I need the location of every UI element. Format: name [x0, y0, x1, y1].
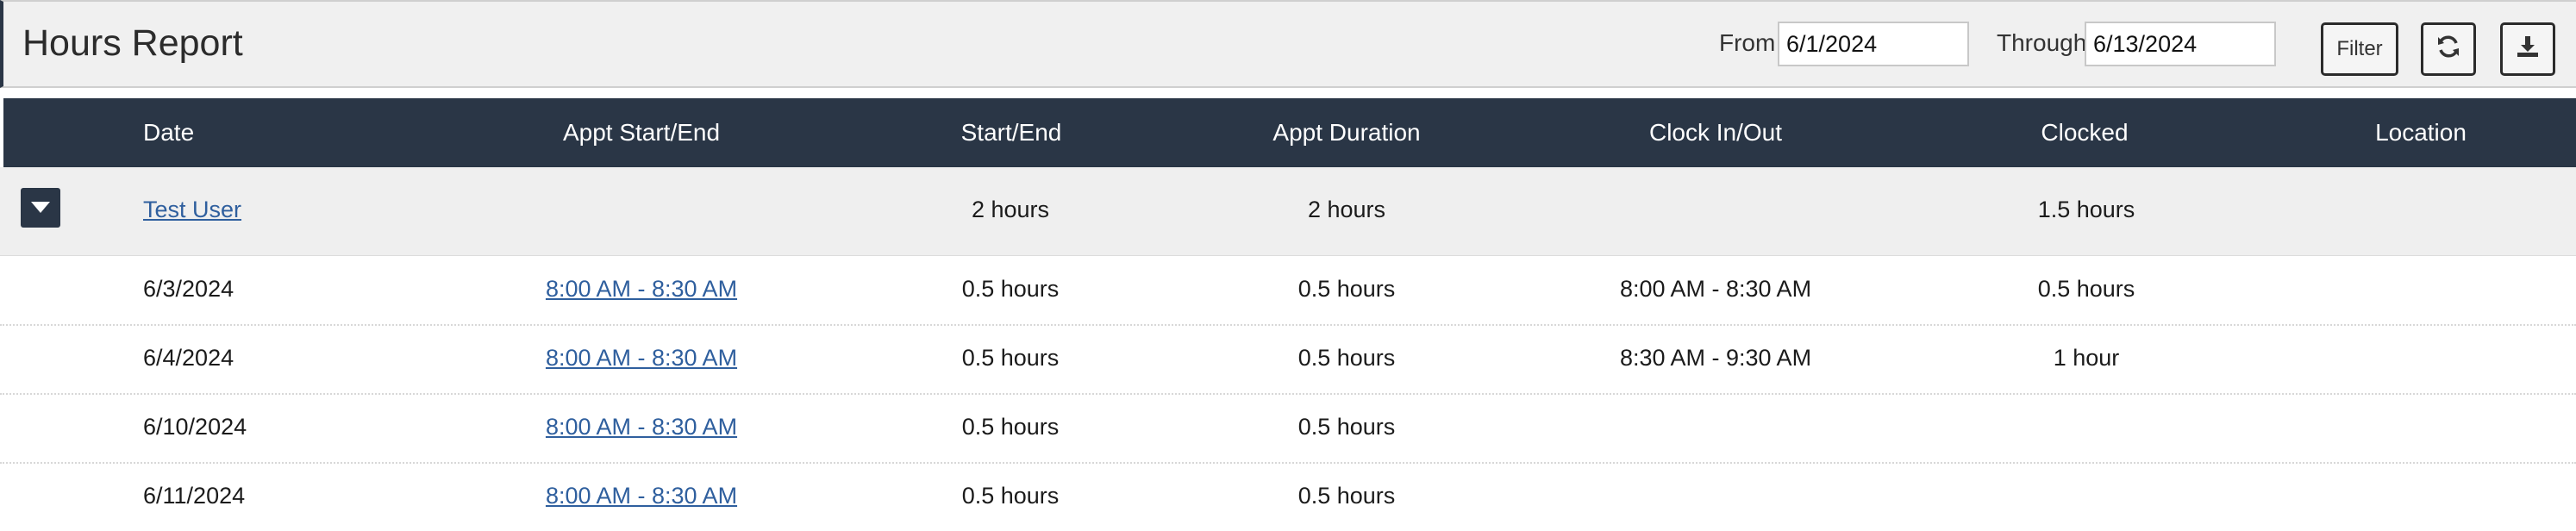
- appt-time-link[interactable]: 8:00 AM - 8:30 AM: [546, 483, 737, 509]
- row-start-end: 0.5 hours: [961, 414, 1060, 440]
- download-button[interactable]: [2500, 22, 2555, 76]
- from-date-input[interactable]: [1778, 22, 1969, 66]
- column-header-appt-duration[interactable]: Appt Duration: [1272, 119, 1420, 147]
- through-date-input[interactable]: [2085, 22, 2276, 66]
- through-label: Through: [1997, 29, 2087, 56]
- row-appt-duration: 0.5 hours: [1297, 276, 1396, 302]
- row-start-end: 0.5 hours: [961, 276, 1060, 302]
- row-date: 6/11/2024: [143, 483, 246, 509]
- filter-button-label: Filter: [2336, 37, 2383, 60]
- row-clock-in-out: 8:30 AM - 9:30 AM: [1619, 345, 1812, 371]
- row-date: 6/3/2024: [143, 276, 234, 302]
- table-row: 6/3/2024 8:00 AM - 8:30 AM 0.5 hours 0.5…: [0, 255, 2576, 326]
- report-toolbar: Hours Report From Through Filter: [0, 0, 2576, 88]
- row-appt-duration: 0.5 hours: [1297, 414, 1396, 440]
- column-header-appt-start-end[interactable]: Appt Start/End: [563, 119, 720, 147]
- column-header-date[interactable]: Date: [143, 119, 194, 147]
- group-appt-duration: 2 hours: [1307, 197, 1386, 222]
- filter-button[interactable]: Filter: [2321, 22, 2398, 76]
- column-header-start-end[interactable]: Start/End: [961, 119, 1062, 147]
- row-start-end: 0.5 hours: [961, 483, 1060, 509]
- row-clocked: 1 hour: [2053, 345, 2120, 371]
- page-title: Hours Report: [22, 22, 243, 64]
- column-header-clocked[interactable]: Clocked: [2041, 119, 2128, 147]
- column-header-clock-in-out[interactable]: Clock In/Out: [1649, 119, 1782, 147]
- row-clocked: 0.5 hours: [2037, 276, 2135, 302]
- from-label: From: [1719, 29, 1776, 56]
- row-appt-duration: 0.5 hours: [1297, 483, 1396, 509]
- download-icon: [2515, 34, 2541, 66]
- row-date: 6/10/2024: [143, 414, 247, 440]
- appt-time-link[interactable]: 8:00 AM - 8:30 AM: [546, 414, 737, 440]
- table-row: 6/11/2024 8:00 AM - 8:30 AM 0.5 hours 0.…: [0, 462, 2576, 531]
- table-row: 6/10/2024 8:00 AM - 8:30 AM 0.5 hours 0.…: [0, 393, 2576, 464]
- appt-time-link[interactable]: 8:00 AM - 8:30 AM: [546, 345, 737, 372]
- row-appt-duration: 0.5 hours: [1297, 345, 1396, 371]
- row-start-end: 0.5 hours: [961, 345, 1060, 371]
- group-clocked: 1.5 hours: [2037, 197, 2135, 222]
- row-clock-in-out: 8:00 AM - 8:30 AM: [1619, 276, 1812, 302]
- appt-time-link[interactable]: 8:00 AM - 8:30 AM: [546, 276, 737, 303]
- row-date: 6/4/2024: [143, 345, 234, 371]
- group-start-end: 2 hours: [971, 197, 1050, 222]
- table-header: Date Appt Start/End Start/End Appt Durat…: [3, 98, 2576, 167]
- refresh-icon: [2435, 34, 2461, 66]
- group-row: Test User 2 hours 2 hours 1.5 hours: [0, 167, 2576, 256]
- column-header-location[interactable]: Location: [2375, 119, 2467, 147]
- refresh-button[interactable]: [2421, 22, 2476, 76]
- user-name-link[interactable]: Test User: [143, 197, 241, 223]
- collapse-toggle-button[interactable]: [21, 188, 60, 228]
- table-row: 6/4/2024 8:00 AM - 8:30 AM 0.5 hours 0.5…: [0, 324, 2576, 395]
